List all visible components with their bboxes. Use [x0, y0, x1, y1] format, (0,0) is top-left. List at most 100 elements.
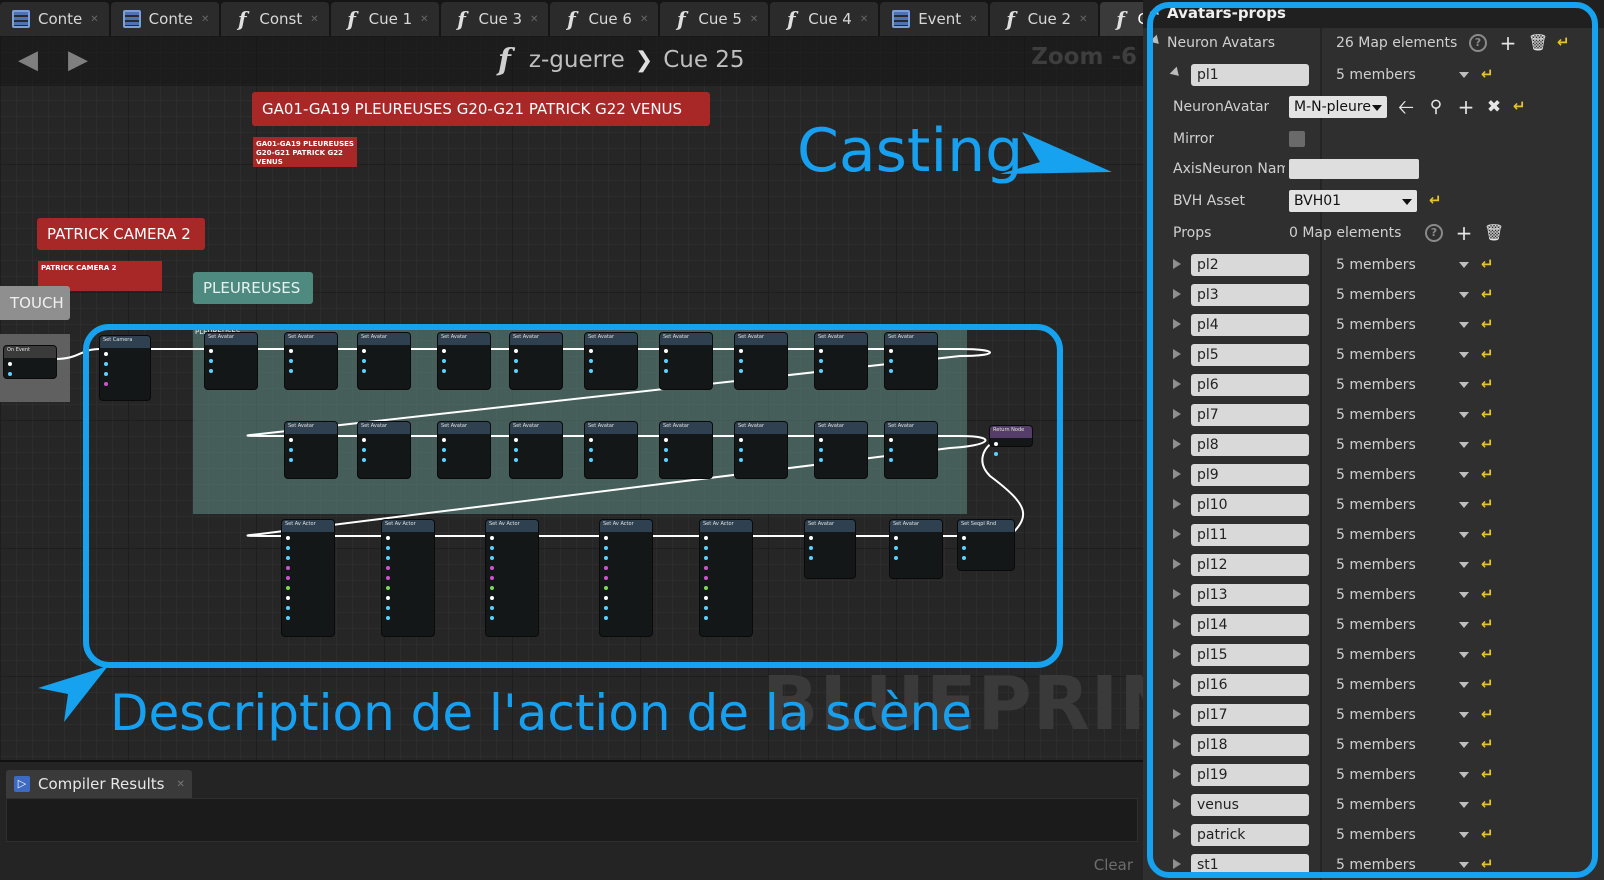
mirror-checkbox[interactable]	[1289, 131, 1305, 147]
reset-icon[interactable]: ↵	[1481, 615, 1495, 633]
map-key-input[interactable]: pl7	[1191, 404, 1309, 426]
reset-icon[interactable]: ↵	[1481, 285, 1495, 303]
reset-icon[interactable]: ↵	[1513, 97, 1527, 115]
expand-arrow-icon[interactable]	[1173, 319, 1181, 329]
map-key-input[interactable]: pl1	[1191, 64, 1309, 86]
map-key-input[interactable]: pl15	[1191, 644, 1309, 666]
expand-arrow-icon[interactable]	[1173, 829, 1181, 839]
chevron-down-icon[interactable]	[1459, 412, 1469, 418]
expand-arrow-icon[interactable]	[1173, 469, 1181, 479]
expand-arrow-icon[interactable]	[1173, 349, 1181, 359]
arrow-left-icon[interactable]: 🡠	[1395, 96, 1417, 118]
axis-name-input[interactable]	[1289, 159, 1419, 179]
close-icon[interactable]: ✕	[860, 14, 868, 25]
close-icon[interactable]: ✕	[640, 14, 648, 25]
expand-arrow-icon[interactable]	[1173, 529, 1181, 539]
reset-icon[interactable]: ↵	[1481, 765, 1495, 783]
expand-arrow-icon[interactable]	[1173, 799, 1181, 809]
tab-4[interactable]: f Cue 3 ✕	[440, 2, 549, 36]
neuron-avatar-select[interactable]: M-N-pleure	[1289, 96, 1387, 118]
chevron-down-icon[interactable]	[1459, 562, 1469, 568]
chevron-down-icon[interactable]	[1459, 322, 1469, 328]
blueprint-graph[interactable]: ◀ ▶ f z-guerre ❯ Cue 25 Zoom -6 BLUEPRIN…	[0, 36, 1143, 760]
map-key-input[interactable]: pl2	[1191, 254, 1309, 276]
chevron-down-icon[interactable]	[1459, 772, 1469, 778]
reset-icon[interactable]: ↵	[1481, 435, 1495, 453]
reset-icon[interactable]: ↵	[1481, 555, 1495, 573]
expand-arrow-icon[interactable]	[1173, 769, 1181, 779]
chevron-down-icon[interactable]	[1459, 382, 1469, 388]
tab-8[interactable]: Event ✕	[880, 2, 988, 36]
close-icon[interactable]: ✕	[201, 14, 209, 25]
map-key-input[interactable]: pl12	[1191, 554, 1309, 576]
reset-icon[interactable]: ↵	[1481, 645, 1495, 663]
reset-icon[interactable]: ↵	[1481, 315, 1495, 333]
map-key-input[interactable]: pl19	[1191, 764, 1309, 786]
map-key-input[interactable]: pl16	[1191, 674, 1309, 696]
add-icon[interactable]: +	[1497, 32, 1519, 54]
reset-icon[interactable]: ↵	[1481, 65, 1495, 83]
reset-icon[interactable]: ↵	[1481, 405, 1495, 423]
chevron-down-icon[interactable]	[1459, 802, 1469, 808]
reset-icon[interactable]: ↵	[1481, 495, 1495, 513]
tab-1[interactable]: Conte ✕	[110, 2, 220, 36]
help-icon[interactable]: ?	[1469, 34, 1487, 52]
tab-10[interactable]: fCue 2✕	[1099, 2, 1143, 36]
tab-9[interactable]: f Cue 2 ✕	[989, 2, 1098, 36]
chevron-down-icon[interactable]	[1459, 352, 1469, 358]
expand-arrow-icon[interactable]	[1173, 739, 1181, 749]
chevron-down-icon[interactable]	[1459, 832, 1469, 838]
close-icon[interactable]: ✕	[420, 14, 428, 25]
expand-arrow-icon[interactable]	[1173, 589, 1181, 599]
chevron-down-icon[interactable]	[1459, 652, 1469, 658]
event-node[interactable]: On Event	[4, 346, 56, 378]
close-icon[interactable]: ✕	[750, 14, 758, 25]
clear-icon[interactable]: ✖	[1483, 96, 1505, 118]
chevron-down-icon[interactable]	[1459, 72, 1469, 78]
map-key-input[interactable]: pl18	[1191, 734, 1309, 756]
reset-icon[interactable]: ↵	[1481, 675, 1495, 693]
trash-icon[interactable]: 🗑	[1483, 222, 1505, 244]
map-key-input[interactable]: pl6	[1191, 374, 1309, 396]
map-key-input[interactable]: patrick	[1191, 824, 1309, 846]
reset-icon[interactable]: ↵	[1481, 735, 1495, 753]
bvh-asset-select[interactable]: BVH01	[1289, 190, 1417, 212]
tab-0[interactable]: Conte ✕	[0, 2, 109, 36]
chevron-down-icon[interactable]	[1459, 712, 1469, 718]
close-icon[interactable]: ✕	[90, 14, 98, 25]
chevron-down-icon[interactable]	[1459, 862, 1469, 868]
expand-arrow-icon[interactable]	[1173, 679, 1181, 689]
compiler-results-tab[interactable]: ▷ Compiler Results ✕	[6, 770, 192, 798]
chevron-down-icon[interactable]	[1459, 592, 1469, 598]
chevron-down-icon[interactable]	[1459, 622, 1469, 628]
chevron-down-icon[interactable]	[1459, 442, 1469, 448]
tab-3[interactable]: f Cue 1 ✕	[330, 2, 439, 36]
expand-arrow-icon[interactable]	[1173, 649, 1181, 659]
reset-icon[interactable]: ↵	[1481, 345, 1495, 363]
expand-arrow-icon[interactable]	[1169, 66, 1183, 80]
reset-icon[interactable]: ↵	[1481, 255, 1495, 273]
node-pin[interactable]	[8, 362, 12, 366]
help-icon[interactable]: ?	[1425, 224, 1443, 242]
map-key-input[interactable]: pl9	[1191, 464, 1309, 486]
close-icon[interactable]: ✕	[310, 14, 318, 25]
chevron-down-icon[interactable]	[1459, 532, 1469, 538]
tab-6[interactable]: f Cue 5 ✕	[660, 2, 769, 36]
expand-arrow-icon[interactable]	[1149, 34, 1163, 48]
map-key-input[interactable]: pl4	[1191, 314, 1309, 336]
close-icon[interactable]: ✕	[530, 14, 538, 25]
chevron-down-icon[interactable]	[1459, 262, 1469, 268]
map-key-input[interactable]: pl13	[1191, 584, 1309, 606]
close-icon[interactable]: ✕	[176, 779, 184, 790]
expand-arrow-icon[interactable]	[1173, 559, 1181, 569]
reset-icon[interactable]: ↵	[1557, 33, 1571, 51]
search-icon[interactable]: ⚲	[1425, 96, 1447, 118]
map-key-input[interactable]: pl14	[1191, 614, 1309, 636]
clear-button[interactable]: Clear	[1094, 856, 1133, 874]
tab-7[interactable]: f Cue 4 ✕	[770, 2, 879, 36]
reset-icon[interactable]: ↵	[1481, 585, 1495, 603]
expand-arrow-icon[interactable]	[1173, 289, 1181, 299]
reset-icon[interactable]: ↵	[1481, 375, 1495, 393]
expand-arrow-icon[interactable]	[1173, 439, 1181, 449]
map-key-input[interactable]: pl8	[1191, 434, 1309, 456]
